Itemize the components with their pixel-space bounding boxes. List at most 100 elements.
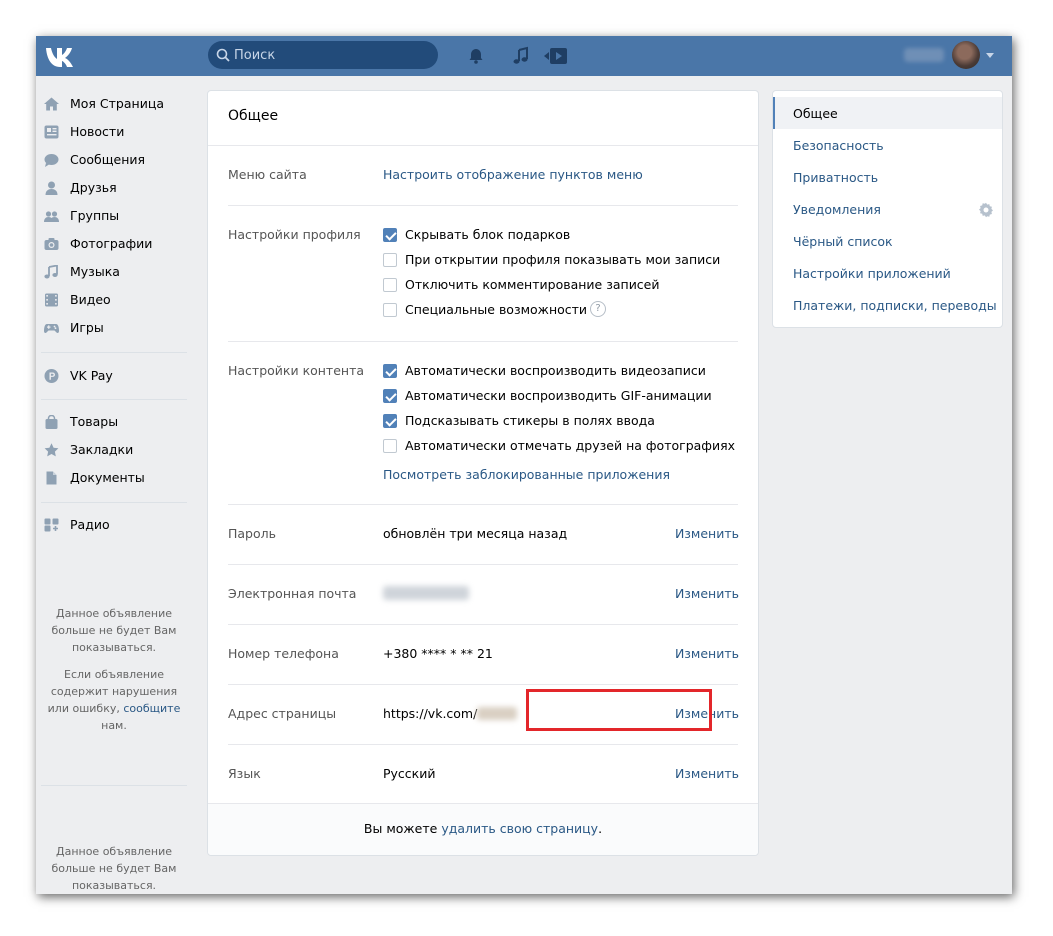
email-label: Электронная почта bbox=[228, 586, 357, 601]
footer-text: Вы можете bbox=[363, 821, 438, 836]
star-icon bbox=[44, 443, 59, 457]
film-icon bbox=[45, 293, 58, 307]
sidebar-item-bookmarks[interactable]: Закладки bbox=[36, 436, 196, 464]
settings-nav-label: Чёрный список bbox=[793, 234, 893, 249]
settings-nav-blacklist[interactable]: Чёрный список bbox=[773, 225, 1002, 257]
gear-icon[interactable] bbox=[978, 202, 994, 218]
help-icon[interactable]: ? bbox=[590, 301, 606, 317]
checkbox-checked[interactable] bbox=[383, 364, 397, 378]
ad-report-notice: Если объявление содержит нарушения или о… bbox=[41, 666, 187, 734]
checkbox-label: Автоматически воспроизводить видеозаписи bbox=[405, 363, 706, 378]
settings-nav-privacy[interactable]: Приватность bbox=[773, 161, 1002, 193]
page-title: Общее bbox=[228, 108, 279, 124]
sidebar-item-vkpay[interactable]: VK Pay bbox=[36, 362, 196, 390]
sidebar-item-label: Товары bbox=[70, 414, 119, 429]
divider bbox=[228, 205, 738, 206]
sidebar-item-my-page[interactable]: Моя Страница bbox=[36, 90, 196, 118]
avatar[interactable] bbox=[952, 41, 980, 69]
user-name-blurred[interactable] bbox=[904, 48, 944, 62]
sidebar-item-games[interactable]: Игры bbox=[36, 314, 196, 342]
checkbox-unchecked[interactable] bbox=[383, 439, 397, 453]
vk-logo-icon[interactable] bbox=[44, 44, 78, 68]
settings-nav-label: Общее bbox=[793, 106, 838, 121]
page-address-label: Адрес страницы bbox=[228, 706, 337, 721]
divider bbox=[208, 145, 758, 146]
sidebar-item-label: Фотографии bbox=[70, 236, 153, 251]
settings-nav-label: Безопасность bbox=[793, 138, 884, 153]
home-icon bbox=[44, 97, 59, 111]
divider bbox=[228, 684, 738, 685]
profile-settings-label: Настройки профиля bbox=[228, 227, 361, 242]
settings-nav-notifications[interactable]: Уведомления bbox=[773, 193, 1002, 225]
checkbox-checked[interactable] bbox=[383, 389, 397, 403]
checkbox-checked[interactable] bbox=[383, 228, 397, 242]
sidebar-item-label: Музыка bbox=[70, 264, 120, 279]
checkbox-unchecked[interactable] bbox=[383, 303, 397, 317]
page-address-prefix: https://vk.com/ bbox=[383, 706, 478, 721]
sidebar-divider bbox=[41, 352, 187, 353]
settings-nav: Общее Безопасность Приватность Уведомлен… bbox=[772, 90, 1003, 328]
bell-icon[interactable] bbox=[466, 46, 486, 66]
document-icon bbox=[46, 471, 57, 485]
music-icon[interactable] bbox=[511, 46, 531, 66]
left-sidebar-pay: VK Pay bbox=[36, 362, 196, 390]
configure-menu-link[interactable]: Настроить отображение пунктов меню bbox=[383, 167, 643, 182]
checkbox-checked[interactable] bbox=[383, 414, 397, 428]
phone-highlight-box bbox=[526, 689, 712, 731]
sidebar-item-video[interactable]: Видео bbox=[36, 286, 196, 314]
password-label: Пароль bbox=[228, 526, 276, 541]
checkbox-unchecked[interactable] bbox=[383, 253, 397, 267]
settings-nav-general[interactable]: Общее bbox=[773, 97, 1002, 129]
change-phone-link[interactable]: Изменить bbox=[675, 646, 739, 661]
ad-report-link[interactable]: сообщите bbox=[123, 702, 180, 715]
divider bbox=[208, 803, 758, 804]
blocked-apps-link[interactable]: Посмотреть заблокированные приложения bbox=[383, 467, 670, 482]
checkbox-label: Специальные возможности bbox=[405, 302, 588, 317]
footer-text-end: . bbox=[598, 821, 603, 836]
sidebar-item-groups[interactable]: Группы bbox=[36, 202, 196, 230]
language-value: Русский bbox=[383, 766, 436, 781]
sidebar-item-radio[interactable]: Радио bbox=[36, 511, 196, 539]
sidebar-item-documents[interactable]: Документы bbox=[36, 464, 196, 492]
search-box[interactable] bbox=[208, 41, 438, 69]
gamepad-icon bbox=[44, 324, 59, 333]
sidebar-item-photos[interactable]: Фотографии bbox=[36, 230, 196, 258]
phone-value: +380 **** * ** 21 bbox=[383, 646, 493, 661]
change-email-link[interactable]: Изменить bbox=[675, 586, 739, 601]
messages-icon bbox=[44, 154, 59, 167]
sidebar-item-goods[interactable]: Товары bbox=[36, 408, 196, 436]
delete-page-link[interactable]: удалить свою страницу bbox=[441, 821, 598, 836]
sidebar-item-label: Группы bbox=[70, 208, 120, 223]
change-password-link[interactable]: Изменить bbox=[675, 526, 739, 541]
music-icon bbox=[44, 265, 58, 279]
apps-icon bbox=[44, 518, 59, 532]
change-language-link[interactable]: Изменить bbox=[675, 766, 739, 781]
page-address-value: https://vk.com/ bbox=[383, 706, 518, 721]
checkbox-label: Отключить комментирование записей bbox=[405, 277, 660, 292]
divider bbox=[228, 744, 738, 745]
sidebar-item-label: Новости bbox=[70, 124, 125, 139]
sidebar-item-news[interactable]: Новости bbox=[36, 118, 196, 146]
friend-icon bbox=[45, 181, 58, 195]
email-value-blurred bbox=[383, 586, 469, 600]
sidebar-item-music[interactable]: Музыка bbox=[36, 258, 196, 286]
settings-card: Общее Меню сайта Настроить отображение п… bbox=[207, 90, 759, 856]
settings-nav-security[interactable]: Безопасность bbox=[773, 129, 1002, 161]
settings-nav-app-settings[interactable]: Настройки приложений bbox=[773, 257, 1002, 289]
video-play-icon[interactable] bbox=[542, 46, 568, 66]
checkbox-label: При открытии профиля показывать мои запи… bbox=[405, 252, 721, 267]
password-status: обновлён три месяца назад bbox=[383, 526, 568, 541]
settings-nav-payments[interactable]: Платежи, подписки, переводы bbox=[773, 289, 1002, 321]
ad-report-text-end: нам. bbox=[101, 719, 127, 732]
settings-nav-label: Платежи, подписки, переводы bbox=[793, 298, 997, 313]
camera-icon bbox=[44, 238, 59, 250]
bag-icon bbox=[45, 415, 58, 429]
checkbox-label: Подсказывать стикеры в полях ввода bbox=[405, 413, 655, 428]
sidebar-item-messages[interactable]: Сообщения bbox=[36, 146, 196, 174]
settings-nav-label: Уведомления bbox=[793, 202, 881, 217]
chevron-down-icon[interactable] bbox=[986, 53, 994, 58]
checkbox-unchecked[interactable] bbox=[383, 278, 397, 292]
search-input[interactable] bbox=[234, 41, 430, 69]
settings-nav-label: Приватность bbox=[793, 170, 879, 185]
sidebar-item-friends[interactable]: Друзья bbox=[36, 174, 196, 202]
